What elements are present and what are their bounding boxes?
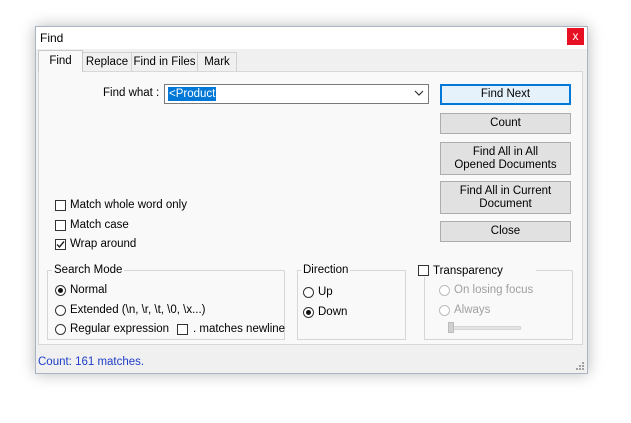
checkmark-icon bbox=[56, 241, 65, 249]
match-case-label[interactable]: Match case bbox=[70, 219, 129, 231]
direction-up-radio[interactable] bbox=[303, 287, 314, 298]
close-button[interactable]: Close bbox=[440, 221, 571, 242]
match-whole-word-label[interactable]: Match whole word only bbox=[70, 199, 187, 211]
tab-replace[interactable]: Replace bbox=[82, 52, 132, 71]
search-mode-extended-label[interactable]: Extended (\n, \r, \t, \0, \x...) bbox=[70, 304, 206, 316]
tab-mark[interactable]: Mark bbox=[197, 52, 237, 71]
close-icon: x bbox=[572, 29, 579, 43]
close-window-button[interactable]: x bbox=[567, 28, 584, 45]
search-mode-regex-label[interactable]: Regular expression bbox=[70, 323, 169, 335]
chevron-down-icon[interactable] bbox=[414, 88, 424, 98]
find-all-opened-button[interactable]: Find All in All Opened Documents bbox=[440, 142, 571, 175]
find-dialog: Find x Find Replace Find in Files Mark F… bbox=[35, 26, 588, 374]
direction-down-radio[interactable] bbox=[303, 307, 314, 318]
always-label[interactable]: Always bbox=[454, 304, 490, 316]
direction-group bbox=[297, 270, 406, 340]
title-bar[interactable]: Find x bbox=[36, 27, 587, 49]
match-case-checkbox[interactable] bbox=[55, 220, 66, 231]
find-next-button[interactable]: Find Next bbox=[440, 84, 571, 105]
search-mode-extended-radio[interactable] bbox=[55, 305, 66, 316]
direction-down-label[interactable]: Down bbox=[318, 306, 347, 318]
wrap-around-checkbox[interactable] bbox=[55, 239, 66, 250]
find-all-current-button[interactable]: Find All in Current Document bbox=[440, 181, 571, 214]
direction-title: Direction bbox=[301, 264, 351, 276]
match-whole-word-checkbox[interactable] bbox=[55, 200, 66, 211]
find-what-label: Find what : bbox=[103, 87, 160, 99]
find-what-combobox[interactable]: <Product bbox=[164, 84, 429, 104]
on-losing-focus-label[interactable]: On losing focus bbox=[454, 284, 533, 296]
transparency-label[interactable]: Transparency bbox=[433, 265, 503, 277]
tab-find-in-files[interactable]: Find in Files bbox=[131, 52, 198, 71]
resize-grip-icon[interactable] bbox=[575, 361, 585, 371]
window-title: Find bbox=[40, 31, 64, 45]
transparency-slider-track[interactable] bbox=[449, 326, 521, 330]
search-mode-normal-radio[interactable] bbox=[55, 285, 66, 296]
direction-up-label[interactable]: Up bbox=[318, 286, 333, 298]
wrap-around-label[interactable]: Wrap around bbox=[70, 238, 136, 250]
search-mode-regex-radio[interactable] bbox=[55, 324, 66, 335]
tab-find[interactable]: Find bbox=[38, 50, 83, 72]
status-bar-text: Count: 161 matches. bbox=[38, 356, 145, 368]
transparency-checkbox[interactable] bbox=[418, 265, 429, 276]
matches-newline-checkbox[interactable] bbox=[177, 324, 188, 335]
matches-newline-label[interactable]: . matches newline bbox=[193, 323, 285, 335]
search-mode-normal-label[interactable]: Normal bbox=[70, 284, 107, 296]
on-losing-focus-radio[interactable] bbox=[439, 285, 450, 296]
find-what-input[interactable]: <Product bbox=[168, 87, 217, 101]
count-button[interactable]: Count bbox=[440, 113, 571, 134]
always-radio[interactable] bbox=[439, 305, 450, 316]
transparency-slider-thumb[interactable] bbox=[448, 322, 454, 333]
search-mode-title: Search Mode bbox=[52, 264, 125, 276]
